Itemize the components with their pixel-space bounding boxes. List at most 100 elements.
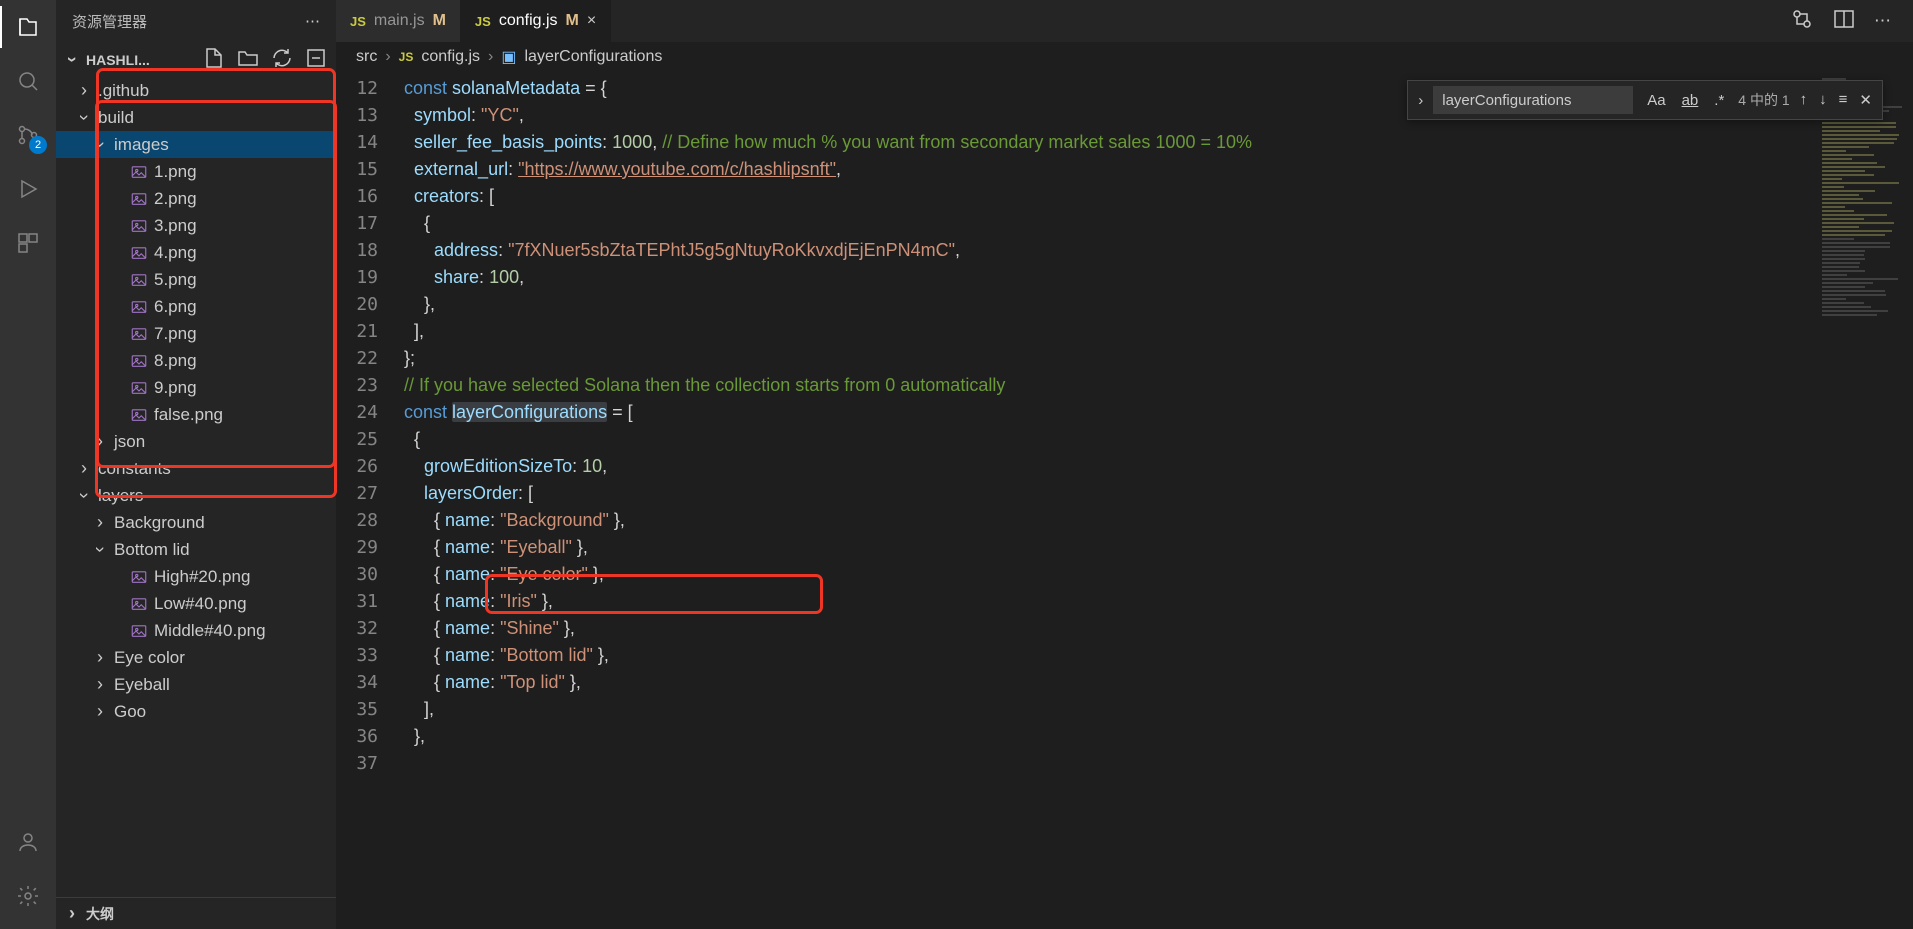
file-item[interactable]: 3.png — [56, 212, 336, 239]
folder-item[interactable]: Eye color — [56, 644, 336, 671]
outline-label: 大纲 — [86, 904, 114, 924]
regex-icon[interactable]: .* — [1710, 90, 1728, 111]
js-icon: JS — [350, 14, 366, 29]
search-icon[interactable] — [13, 66, 43, 96]
item-label: 5.png — [154, 270, 197, 290]
find-input[interactable] — [1433, 86, 1633, 114]
item-label: Bottom lid — [114, 540, 190, 560]
item-label: .github — [98, 81, 149, 101]
bc-sep-icon: › — [488, 48, 493, 66]
scm-icon[interactable]: 2 — [13, 120, 43, 150]
extensions-icon[interactable] — [13, 228, 43, 258]
chevron-icon — [76, 80, 92, 101]
item-label: build — [98, 108, 134, 128]
code-line: { — [404, 426, 1817, 453]
expand-replace-icon[interactable]: › — [1418, 92, 1423, 109]
compare-icon[interactable] — [1790, 7, 1814, 36]
close-icon[interactable]: ✕ — [1859, 91, 1872, 109]
file-item[interactable]: false.png — [56, 401, 336, 428]
debug-icon[interactable] — [13, 174, 43, 204]
minimap[interactable] — [1817, 72, 1913, 929]
image-icon — [130, 163, 148, 181]
item-label: layers — [98, 486, 143, 506]
tab-label: config.js — [499, 12, 558, 30]
editor[interactable]: 12 13 14 15 16 17 18 19 20 21 22 23 24 2… — [336, 72, 1913, 929]
js-icon: JS — [475, 14, 491, 29]
folder-item[interactable]: json — [56, 428, 336, 455]
whole-word-icon[interactable]: ab — [1678, 90, 1703, 111]
close-icon[interactable]: × — [587, 12, 596, 30]
chevron-icon — [92, 674, 108, 695]
item-label: Goo — [114, 702, 146, 722]
code-line: { name: "Top lid" }, — [404, 669, 1817, 696]
match-case-icon[interactable]: Aa — [1643, 90, 1669, 111]
folder-item[interactable]: Background — [56, 509, 336, 536]
sidebar-title: 资源管理器 — [72, 11, 147, 32]
chevron-icon — [92, 431, 108, 452]
image-icon — [130, 379, 148, 397]
file-item[interactable]: Low#40.png — [56, 590, 336, 617]
breadcrumb[interactable]: src › JS config.js › ▣ layerConfiguratio… — [336, 42, 1913, 72]
collapse-icon[interactable] — [304, 46, 328, 73]
item-label: Eye color — [114, 648, 185, 668]
main: JS main.js MJS config.js M × ⋯ src › JS confi… — [336, 0, 1913, 929]
folder-item[interactable]: .github — [56, 77, 336, 104]
folder-item[interactable]: Eyeball — [56, 671, 336, 698]
image-icon — [130, 217, 148, 235]
file-item[interactable]: 7.png — [56, 320, 336, 347]
folder-item[interactable]: build — [56, 104, 336, 131]
refresh-icon[interactable] — [270, 46, 294, 73]
item-label: Eyeball — [114, 675, 170, 695]
file-item[interactable]: High#20.png — [56, 563, 336, 590]
code-line: { name: "Background" }, — [404, 507, 1817, 534]
image-icon — [130, 190, 148, 208]
folder-item[interactable]: Bottom lid — [56, 536, 336, 563]
split-icon[interactable] — [1832, 7, 1856, 36]
more-icon[interactable]: ⋯ — [305, 12, 320, 30]
code-line: }, — [404, 291, 1817, 318]
image-icon — [130, 325, 148, 343]
code-area[interactable]: const solanaMetadata = { symbol: "YC", s… — [404, 72, 1817, 929]
modified-badge: M — [566, 12, 579, 30]
find-menu-icon[interactable]: ≡ — [1839, 91, 1848, 109]
item-label: images — [114, 135, 169, 155]
folder-item[interactable]: constants — [56, 455, 336, 482]
file-item[interactable]: Middle#40.png — [56, 617, 336, 644]
sidebar-section[interactable]: HASHLI... — [56, 42, 336, 77]
image-icon — [130, 271, 148, 289]
file-item[interactable]: 9.png — [56, 374, 336, 401]
next-match-icon[interactable]: ↓ — [1819, 91, 1827, 109]
tab-label: main.js — [374, 12, 425, 30]
file-item[interactable]: 4.png — [56, 239, 336, 266]
bc-folder: src — [356, 48, 377, 66]
code-line: { — [404, 210, 1817, 237]
file-item[interactable]: 5.png — [56, 266, 336, 293]
file-item[interactable]: 1.png — [56, 158, 336, 185]
item-label: High#20.png — [154, 567, 250, 587]
more-icon[interactable]: ⋯ — [1874, 11, 1891, 31]
new-file-icon[interactable] — [202, 46, 226, 73]
code-line: address: "7fXNuer5sbZtaTEPhtJ5g5gNtuyRoK… — [404, 237, 1817, 264]
outline-section[interactable]: 大纲 — [56, 897, 336, 929]
file-item[interactable]: 8.png — [56, 347, 336, 374]
folder-item[interactable]: layers — [56, 482, 336, 509]
code-line: share: 100, — [404, 264, 1817, 291]
prev-match-icon[interactable]: ↑ — [1800, 91, 1808, 109]
chevron-icon — [92, 539, 108, 560]
item-label: constants — [98, 459, 171, 479]
account-icon[interactable] — [13, 827, 43, 857]
item-label: false.png — [154, 405, 223, 425]
tab-main-js[interactable]: JSmain.jsM — [336, 0, 461, 42]
folder-item[interactable]: images — [56, 131, 336, 158]
file-item[interactable]: 2.png — [56, 185, 336, 212]
tab-config-js[interactable]: JS config.js M × — [461, 0, 611, 42]
item-label: 4.png — [154, 243, 197, 263]
explorer-icon[interactable] — [13, 12, 43, 42]
new-folder-icon[interactable] — [236, 46, 260, 73]
code-line: layersOrder: [ — [404, 480, 1817, 507]
settings-icon[interactable] — [13, 881, 43, 911]
file-item[interactable]: 6.png — [56, 293, 336, 320]
bc-file: config.js — [421, 48, 480, 66]
folder-item[interactable]: Goo — [56, 698, 336, 725]
tab-bar: JS main.js MJS config.js M × ⋯ — [336, 0, 1913, 42]
